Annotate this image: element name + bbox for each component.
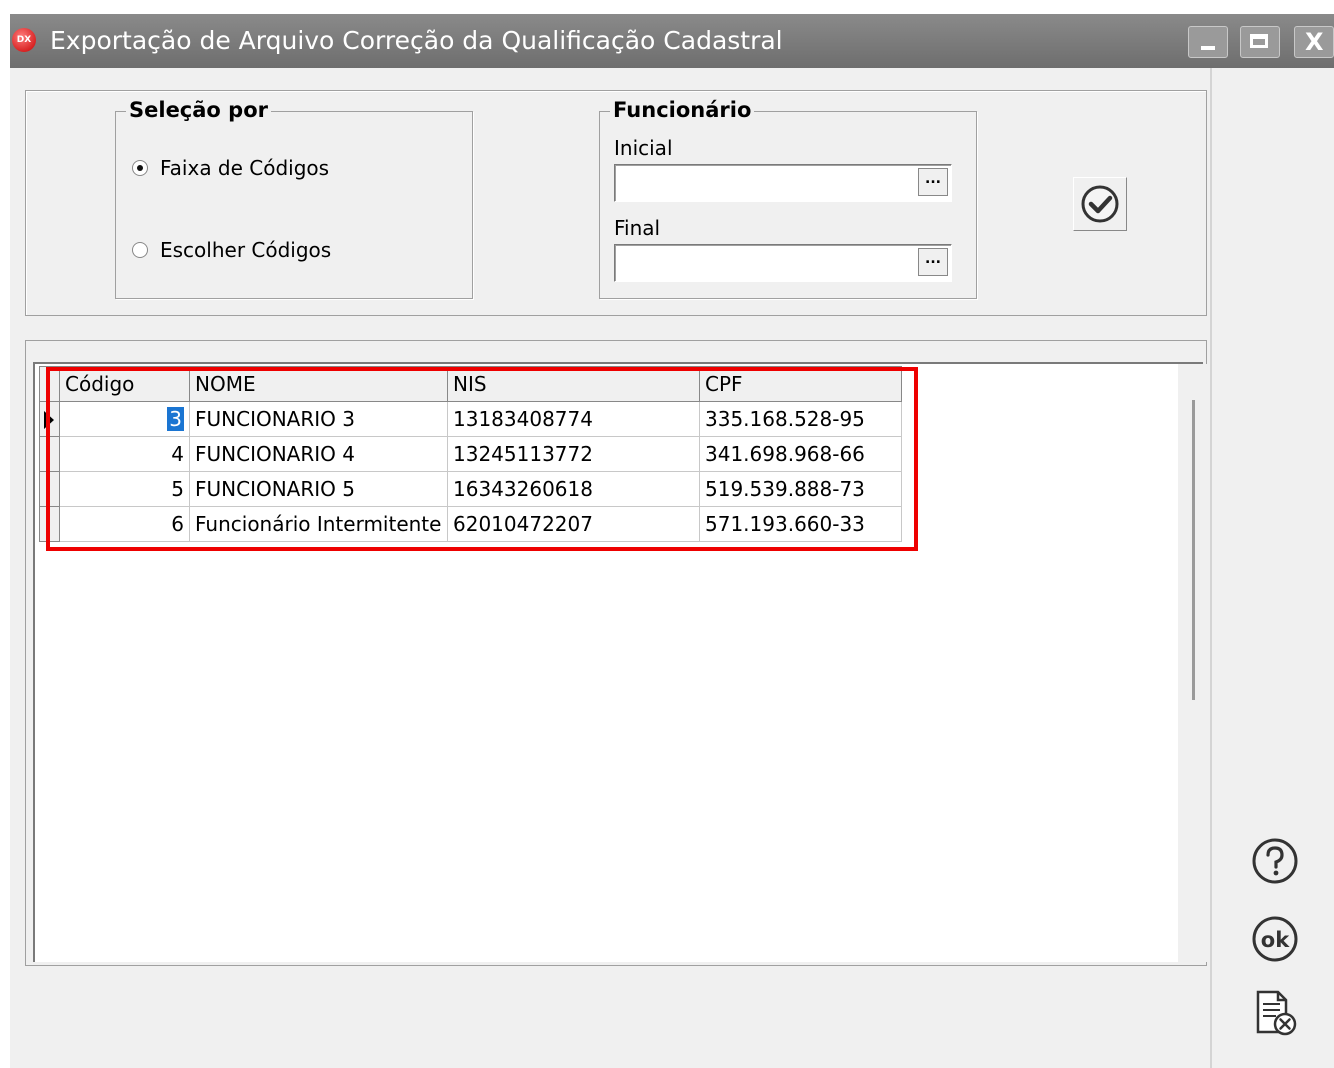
cancel-document-button[interactable] (1250, 988, 1300, 1038)
funcionario-groupbox: Funcionário Inicial ... Final ... (599, 98, 977, 299)
cell-codigo[interactable]: 5 (59, 471, 190, 507)
final-lookup-button[interactable]: ... (918, 248, 948, 276)
cell-nis[interactable]: 62010472207 (447, 506, 700, 542)
final-input[interactable] (614, 244, 952, 282)
title-bar[interactable]: DX Exportação de Arquivo Correção da Qua… (10, 14, 1334, 68)
ok-icon: ok (1252, 916, 1298, 962)
radio-faixa-label: Faixa de Códigos (160, 156, 330, 180)
radio-faixa-indicator[interactable] (132, 160, 148, 176)
final-label: Final (614, 216, 661, 240)
cell-codigo[interactable]: 4 (59, 436, 190, 472)
column-header-nome[interactable]: NOME (189, 366, 448, 402)
employee-grid[interactable]: Código NOME NIS CPF 3 FUNCIONARIO 3 1318… (33, 362, 1208, 962)
table-row[interactable]: 3 FUNCIONARIO 3 13183408774 335.168.528-… (39, 401, 902, 437)
vertical-scrollbar[interactable] (1178, 364, 1208, 962)
row-indicator[interactable] (39, 471, 60, 507)
cell-nis[interactable]: 13245113772 (447, 436, 700, 472)
help-icon (1252, 838, 1298, 884)
table-row[interactable]: 6 Funcionário Intermitente 62010472207 5… (39, 506, 902, 542)
help-button[interactable] (1250, 836, 1300, 886)
inicial-input[interactable] (614, 164, 952, 202)
table-row[interactable]: 4 FUNCIONARIO 4 13245113772 341.698.968-… (39, 436, 902, 472)
funcionario-title: Funcionário (610, 98, 755, 122)
selecao-title: Seleção por (126, 98, 271, 122)
cell-nis[interactable]: 13183408774 (447, 401, 700, 437)
cell-nome[interactable]: FUNCIONARIO 5 (189, 471, 448, 507)
window-title: Exportação de Arquivo Correção da Qualif… (50, 26, 783, 55)
export-window: DX Exportação de Arquivo Correção da Qua… (10, 14, 1334, 1068)
selecao-groupbox: Seleção por Faixa de Códigos Escolher Có… (115, 98, 473, 299)
row-indicator[interactable] (39, 506, 60, 542)
column-header-codigo[interactable]: Código (59, 366, 190, 402)
header-indicator (39, 366, 60, 402)
cell-cpf[interactable]: 571.193.660-33 (699, 506, 902, 542)
radio-faixa-codigos[interactable]: Faixa de Códigos (132, 156, 329, 180)
row-indicator[interactable] (39, 436, 60, 472)
radio-escolher-indicator[interactable] (132, 242, 148, 258)
cell-codigo[interactable]: 6 (59, 506, 190, 542)
current-row-arrow-icon (44, 411, 54, 429)
filter-panel: Seleção por Faixa de Códigos Escolher Có… (25, 90, 1207, 316)
cell-cpf[interactable]: 519.539.888-73 (699, 471, 902, 507)
cell-cpf[interactable]: 335.168.528-95 (699, 401, 902, 437)
table-row[interactable]: 5 FUNCIONARIO 5 16343260618 519.539.888-… (39, 471, 902, 507)
minimize-button[interactable] (1188, 26, 1228, 58)
maximize-button[interactable] (1240, 26, 1280, 58)
cell-nome[interactable]: FUNCIONARIO 3 (189, 401, 448, 437)
inicial-label: Inicial (614, 136, 673, 160)
close-icon: X (1305, 28, 1324, 56)
ok-button[interactable]: ok (1250, 914, 1300, 964)
cell-nome[interactable]: FUNCIONARIO 4 (189, 436, 448, 472)
grid-panel: Código NOME NIS CPF 3 FUNCIONARIO 3 1318… (25, 340, 1208, 966)
cell-cpf[interactable]: 341.698.968-66 (699, 436, 902, 472)
close-button[interactable]: X (1294, 26, 1334, 58)
radio-escolher-label: Escolher Códigos (160, 238, 332, 262)
cell-codigo[interactable]: 3 (59, 401, 190, 437)
employee-table: Código NOME NIS CPF 3 FUNCIONARIO 3 1318… (39, 366, 902, 542)
radio-escolher-codigos[interactable]: Escolher Códigos (132, 238, 331, 262)
row-indicator[interactable] (39, 401, 60, 437)
checkmark-icon (1081, 185, 1119, 223)
document-cancel-icon (1256, 990, 1297, 1036)
cell-nome[interactable]: Funcionário Intermitente (189, 506, 448, 542)
column-header-nis[interactable]: NIS (447, 366, 700, 402)
app-logo-icon: DX (12, 28, 36, 52)
selected-cell-value[interactable]: 3 (167, 407, 184, 431)
column-header-cpf[interactable]: CPF (699, 366, 902, 402)
apply-filter-button[interactable] (1073, 177, 1127, 231)
ok-label: ok (1261, 928, 1290, 952)
grid-header-row: Código NOME NIS CPF (39, 366, 902, 402)
cell-nis[interactable]: 16343260618 (447, 471, 700, 507)
scrollbar-thumb[interactable] (1192, 400, 1195, 700)
inicial-lookup-button[interactable]: ... (918, 168, 948, 196)
